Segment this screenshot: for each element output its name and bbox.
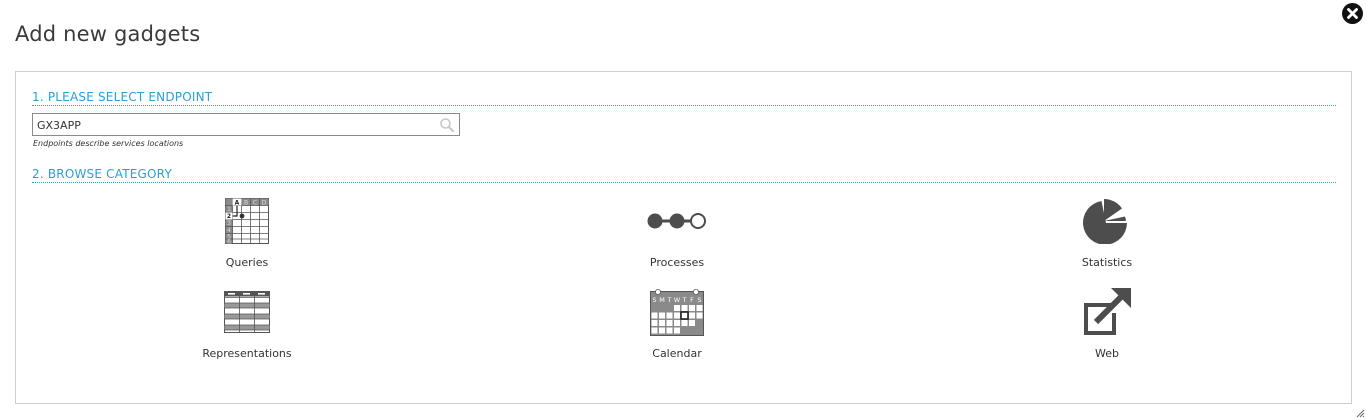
row-label: 2 — [227, 213, 231, 220]
close-button[interactable] — [1342, 3, 1363, 24]
weekday-label: M — [659, 296, 665, 304]
column-label: D — [262, 200, 267, 207]
calendar-icon: S M T W T F S — [650, 289, 704, 336]
spreadsheet-icon: A B C D 1 2 3 4 5 6 — [225, 198, 269, 244]
external-link-icon — [1084, 288, 1131, 335]
gadget-statistics[interactable]: Statistics — [1037, 196, 1177, 269]
weekday-label: W — [674, 296, 681, 304]
endpoint-section-heading: 1. PLEASE SELECT ENDPOINT — [32, 90, 1336, 106]
gadget-calendar[interactable]: S M T W T F S Calendar — [607, 287, 747, 360]
close-icon — [1347, 8, 1358, 19]
gadget-queries[interactable]: A B C D 1 2 3 4 5 6 Queries — [177, 196, 317, 269]
weekday-label: S — [652, 296, 656, 304]
weekday-label: T — [667, 296, 672, 304]
endpoint-help-text: Endpoints describe services locations — [33, 139, 184, 148]
weekday-label: T — [682, 296, 687, 304]
search-icon[interactable] — [439, 117, 455, 133]
row-label: 1 — [227, 206, 231, 213]
table-icon — [224, 291, 270, 333]
resize-grip-icon[interactable] — [1355, 408, 1365, 418]
gadget-processes[interactable]: Processes — [607, 196, 747, 269]
endpoint-field[interactable] — [32, 113, 460, 136]
page-title: Add new gadgets — [15, 22, 201, 46]
row-label: 6 — [227, 239, 231, 245]
endpoint-input[interactable] — [33, 115, 459, 136]
gadget-label: Web — [1095, 347, 1119, 360]
gadget-panel: 1. PLEASE SELECT ENDPOINT Endpoints desc… — [15, 71, 1352, 404]
weekday-label: S — [697, 296, 701, 304]
browse-section-heading: 2. BROWSE CATEGORY — [32, 167, 1336, 183]
column-label: B — [244, 200, 248, 207]
weekday-label: F — [690, 296, 694, 304]
process-flow-icon — [647, 213, 706, 229]
gadget-representations[interactable]: Representations — [177, 287, 317, 360]
gadget-label: Representations — [202, 347, 292, 360]
pie-chart-icon — [1083, 199, 1127, 244]
gadget-web[interactable]: Web — [1037, 287, 1177, 360]
gadget-label: Calendar — [652, 347, 702, 360]
gadget-label: Processes — [649, 256, 705, 269]
gadget-label: Queries — [225, 256, 269, 269]
gadget-label: Statistics — [1081, 256, 1133, 269]
row-label: 3 — [227, 220, 231, 227]
column-label: C — [253, 200, 257, 207]
column-label: A — [235, 200, 240, 207]
